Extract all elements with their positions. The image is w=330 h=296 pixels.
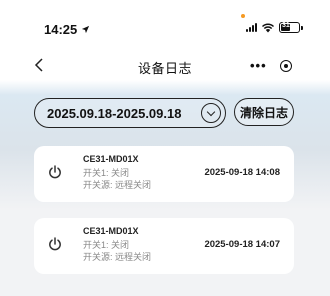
status-time: 14:25 xyxy=(44,22,90,37)
wifi-icon xyxy=(262,23,274,32)
battery-level: 31 xyxy=(282,22,290,29)
log-entry[interactable]: CE31-MD01X 开关1: 关闭 开关源: 远程关闭 2025-09-18 … xyxy=(34,218,294,274)
clear-logs-button[interactable]: 清除日志 xyxy=(234,98,294,126)
privacy-indicator-dot xyxy=(241,14,245,18)
log-timestamp: 2025-09-18 14:08 xyxy=(204,167,280,178)
clock-text: 14:25 xyxy=(44,22,78,37)
log-switch-source: 开关源: 远程关闭 xyxy=(83,252,152,262)
more-options-icon[interactable]: ••• xyxy=(250,58,267,73)
power-icon xyxy=(49,165,61,179)
date-range-text: 2025.09.18-2025.09.18 xyxy=(47,105,182,121)
battery-icon: 31 xyxy=(279,22,303,33)
app-screen: 14:25 31 设备日志 ••• 2025.09.18-2025.09.18 … xyxy=(0,0,330,296)
date-range-selector[interactable]: 2025.09.18-2025.09.18 xyxy=(34,98,226,128)
close-miniapp-icon[interactable] xyxy=(280,60,292,72)
log-entry[interactable]: CE31-MD01X 开关1: 关闭 开关源: 远程关闭 2025-09-18 … xyxy=(34,146,294,202)
nav-bar: 设备日志 ••• xyxy=(0,52,330,82)
log-device-name: CE31-MD01X xyxy=(83,226,139,236)
status-icons: 31 xyxy=(246,22,303,33)
log-timestamp: 2025-09-18 14:07 xyxy=(204,239,280,250)
log-device-name: CE31-MD01X xyxy=(83,154,139,164)
status-bar: 14:25 31 xyxy=(0,0,330,46)
chevron-down-icon xyxy=(201,103,221,123)
cellular-signal-icon xyxy=(246,23,257,32)
location-arrow-icon xyxy=(82,25,90,34)
log-switch-source: 开关源: 远程关闭 xyxy=(83,180,152,190)
power-icon xyxy=(49,237,61,251)
